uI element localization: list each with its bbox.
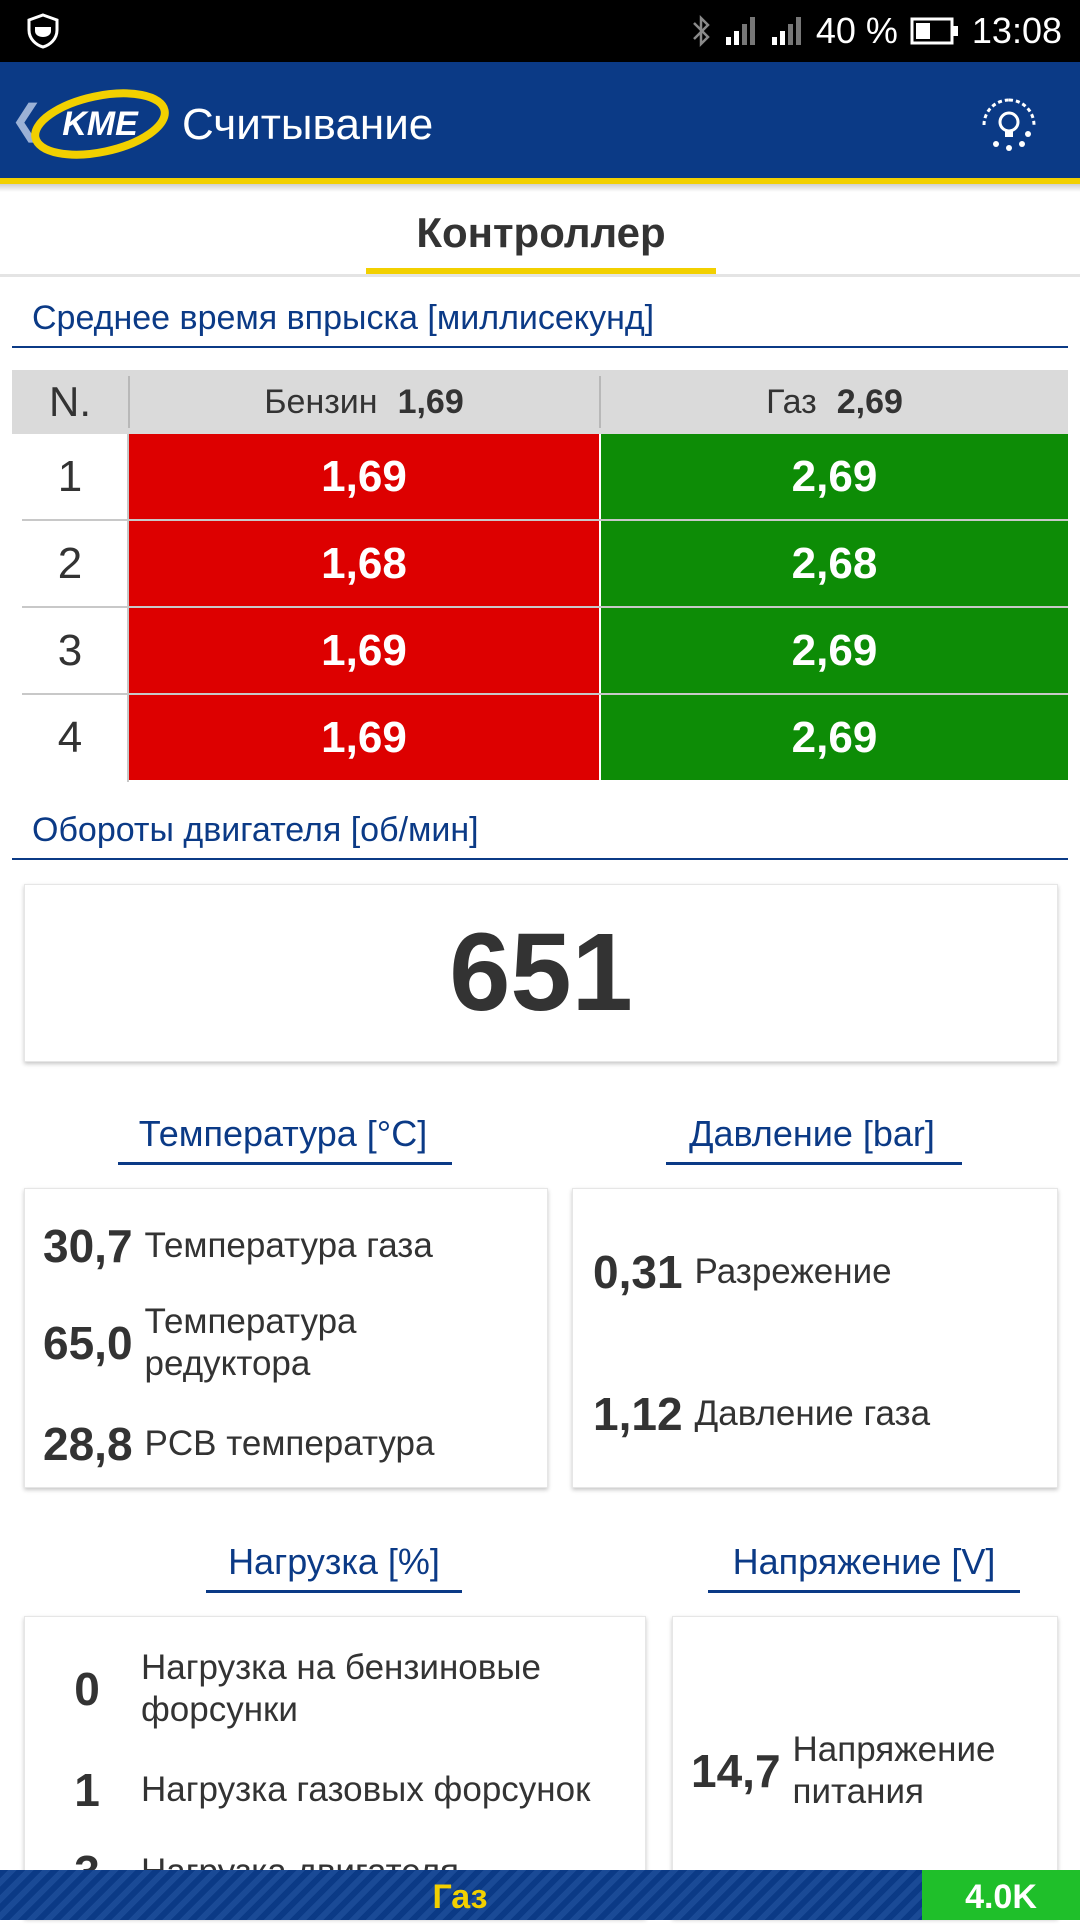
table-row: 3 1,69 2,69 — [12, 608, 1068, 695]
bluetooth-icon — [692, 14, 710, 48]
kme-logo[interactable]: KME — [26, 88, 174, 160]
temperature-card: 30,7 Температура газа 65,0 Температура ре… — [24, 1188, 548, 1488]
petrol-injection-cell: 1,68 — [129, 521, 599, 606]
connection-rate-badge: 4.0K — [922, 1870, 1080, 1920]
app-bar: ❮ KME Считывание — [0, 62, 1080, 192]
bottom-status-bar: Газ 4.0K — [0, 1870, 1080, 1920]
cylinder-number: 4 — [57, 713, 83, 762]
cylinder-number: 1 — [57, 452, 83, 501]
voltage-title: Напряжение [V] — [732, 1541, 996, 1582]
gas-injection-cell: 2,69 — [601, 608, 1068, 693]
gas-injection-cell: 2,69 — [601, 695, 1068, 780]
column-header-petrol: Бензин 1,69 — [264, 383, 464, 421]
cylinder-number: 2 — [57, 539, 83, 588]
gas-pressure: 1,12 Давление газа — [593, 1388, 931, 1440]
table-row: 2 1,68 2,68 — [12, 521, 1068, 608]
load-title: Нагрузка [%] — [228, 1541, 440, 1582]
column-header-gas: Газ 2,69 — [766, 383, 903, 421]
gas-injection-cell: 2,68 — [601, 521, 1068, 606]
petrol-injection-cell: 1,69 — [129, 434, 599, 519]
rpm-value: 651 — [24, 884, 1058, 1062]
pressure-card: 0,31 Разрежение 1,12 Давление газа — [572, 1188, 1058, 1488]
supply-voltage: 14,7 Напряжение питания — [691, 1730, 996, 1811]
page-title: Считывание — [182, 100, 434, 149]
shield-icon — [27, 13, 59, 49]
injection-section-title: Среднее время впрыска [миллисекунд] — [32, 299, 655, 337]
logo-text: KME — [62, 105, 139, 143]
reducer-temperature: 65,0 Температура редуктора — [43, 1302, 357, 1383]
tab-controller[interactable]: Контроллер — [366, 200, 716, 276]
table-row: 4 1,69 2,69 — [12, 695, 1068, 782]
column-header-number: N. — [49, 378, 91, 425]
vacuum-pressure: 0,31 Разрежение — [593, 1246, 892, 1298]
gas-injection-cell: 2,69 — [601, 434, 1068, 519]
fuel-mode-indicator[interactable]: Газ — [0, 1870, 920, 1920]
pressure-title: Давление [bar] — [689, 1113, 935, 1154]
clock: 13:08 — [971, 10, 1062, 51]
injection-table: N. Бензин 1,69 Газ 2,69 1 1,69 2,69 2 1,68… — [12, 370, 1068, 782]
gas-temperature: 30,7 Температура газа — [43, 1220, 433, 1272]
petrol-injector-load: 0 Нагрузка на бензиновые форсунки — [74, 1648, 541, 1729]
connection-status-icon[interactable] — [976, 92, 1042, 158]
pcb-temperature: 28,8 PCB температура — [43, 1418, 435, 1470]
gas-injector-load: 1 Нагрузка газовых форсунок — [74, 1764, 591, 1816]
table-header: N. Бензин 1,69 Газ 2,69 — [12, 370, 1068, 434]
battery-percent: 40 % — [815, 10, 898, 51]
battery-icon — [910, 17, 958, 45]
status-bar: 40 % 13:08 — [0, 0, 1080, 62]
rpm-section-title: Обороты двигателя [об/мин] — [32, 811, 479, 849]
table-row: 1 1,69 2,69 — [12, 434, 1068, 521]
temperature-title: Температура [°C] — [138, 1113, 428, 1154]
cylinder-number: 3 — [57, 626, 83, 675]
petrol-injection-cell: 1,69 — [129, 608, 599, 693]
petrol-injection-cell: 1,69 — [129, 695, 599, 780]
signal-icon-sim2 — [771, 17, 801, 45]
signal-icon-sim1 — [725, 17, 755, 45]
